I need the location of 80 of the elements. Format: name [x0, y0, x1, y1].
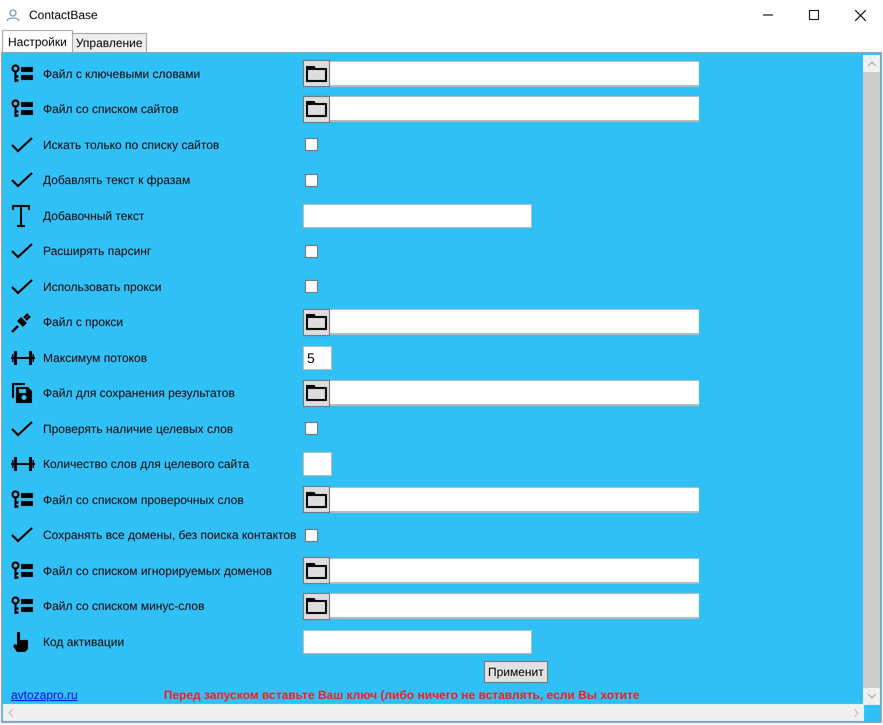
scroll-down-icon — [868, 694, 876, 699]
plug-icon — [11, 311, 33, 334]
maximize-icon — [809, 10, 819, 20]
number-field[interactable]: 5 — [303, 346, 332, 370]
folder-icon — [306, 598, 327, 614]
file-path-field[interactable] — [330, 593, 699, 620]
scroll-left-icon — [8, 708, 13, 716]
horizontal-scrollbar[interactable] — [3, 704, 864, 721]
pointing-hand-icon — [11, 630, 31, 653]
close-icon — [854, 10, 866, 20]
checkbox[interactable] — [305, 528, 318, 542]
field-label: Файл с ключевыми словами — [43, 66, 202, 83]
checkmark-icon — [11, 243, 33, 260]
file-path-field[interactable] — [330, 558, 699, 584]
dumbbell-icon — [11, 350, 35, 365]
checkbox[interactable] — [305, 138, 318, 152]
scroll-right-icon — [854, 708, 859, 716]
browse-folder-button[interactable] — [303, 308, 330, 336]
tab[interactable]: Управление — [72, 33, 147, 52]
field-label: Файл со списком сайтов — [43, 101, 180, 118]
file-path-field[interactable] — [330, 380, 699, 406]
field-label: Файл со списком проверочных слов — [43, 492, 245, 509]
file-path-field[interactable] — [330, 486, 699, 513]
key-list-icon — [11, 490, 33, 510]
folder-icon — [306, 101, 327, 118]
browse-folder-button[interactable] — [303, 557, 330, 584]
folder-icon — [306, 492, 327, 508]
field-label: Файл с прокси — [43, 314, 124, 332]
field-label: Код активации — [43, 634, 126, 651]
browse-folder-button[interactable] — [303, 486, 330, 514]
apply-button[interactable]: Применит — [484, 660, 548, 682]
field-label: Сохранять все домены, без поиска контактов — [43, 527, 298, 544]
key-list-icon — [11, 560, 33, 581]
floppy-disk-icon — [11, 382, 33, 404]
browse-folder-button[interactable] — [303, 380, 330, 407]
browse-folder-button[interactable] — [303, 96, 330, 123]
warning-text: Перед запуском вставьте Ваш ключ (либо ничего не вставлять, если Вы хотите — [164, 686, 640, 704]
vertical-scrollbar[interactable] — [863, 55, 880, 705]
checkmark-icon — [11, 278, 33, 295]
key-list-icon — [11, 596, 33, 616]
file-path-field[interactable] — [330, 60, 699, 87]
field-label: Расширять парсинг — [43, 243, 152, 260]
site-link[interactable]: avtozapro.ru — [11, 686, 78, 704]
number-field[interactable] — [303, 452, 332, 476]
field-label: Файл для сохранения результатов — [43, 385, 236, 402]
folder-icon — [306, 385, 327, 402]
checkbox[interactable] — [305, 280, 318, 294]
checkmark-icon — [11, 172, 33, 188]
field-label: Файл со списком минус-слов — [43, 598, 206, 616]
field-label: Количество слов для целевого сайта — [43, 456, 250, 474]
text-field[interactable] — [303, 204, 532, 228]
field-label: Искать только по списку сайтов — [43, 136, 220, 154]
checkbox[interactable] — [305, 244, 318, 258]
folder-icon — [306, 314, 327, 330]
folder-icon — [306, 66, 327, 82]
field-label: Добавлять текст к фразам — [43, 172, 192, 190]
field-label: Добавочный текст — [43, 208, 146, 225]
key-list-icon — [11, 64, 33, 84]
checkbox[interactable] — [305, 174, 318, 187]
checkmark-icon — [11, 136, 33, 153]
window-title: ContactBase — [29, 7, 98, 24]
scroll-up-icon — [868, 61, 876, 66]
text-icon — [11, 204, 31, 227]
checkmark-icon — [11, 527, 33, 544]
folder-icon — [306, 562, 327, 579]
file-path-field[interactable] — [330, 96, 699, 122]
tab[interactable]: Настройки — [2, 30, 73, 52]
field-label: Проверять наличие целевых слов — [43, 420, 234, 438]
browse-folder-button[interactable] — [303, 60, 330, 88]
browse-folder-button[interactable] — [303, 592, 330, 620]
key-list-icon — [11, 99, 33, 120]
file-path-field[interactable] — [330, 309, 699, 336]
text-field[interactable] — [303, 630, 532, 654]
field-label: Максимум потоков — [43, 350, 148, 367]
checkbox[interactable] — [305, 422, 318, 436]
app-icon — [6, 8, 20, 22]
field-label: Файл со списком игнорируемых доменов — [43, 562, 274, 580]
field-label: Использовать прокси — [43, 278, 162, 296]
dumbbell-icon — [11, 457, 35, 472]
checkmark-icon — [11, 420, 33, 437]
